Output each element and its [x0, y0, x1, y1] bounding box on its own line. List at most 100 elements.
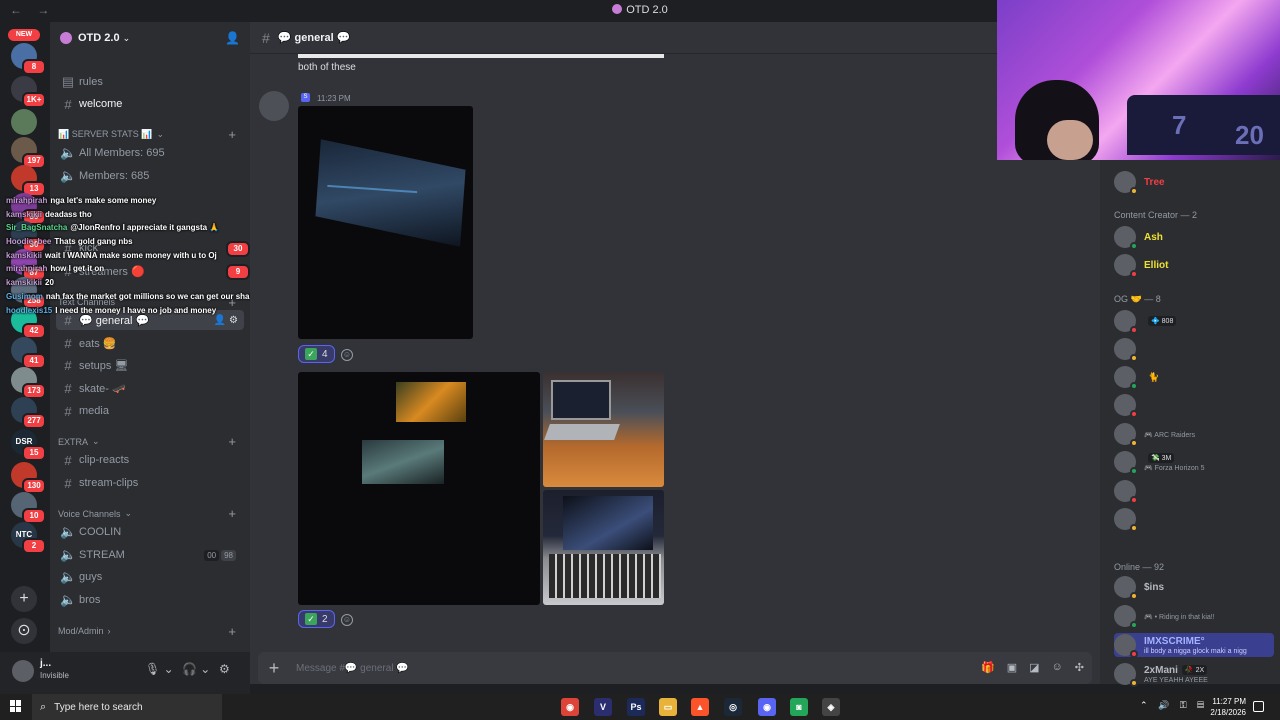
jersey-number: 7 [1172, 110, 1187, 140]
server-header[interactable]: OTD 2.0 ⌄ 👤 [50, 22, 250, 54]
microphone-icon[interactable]: 🎙 ⌄ [145, 662, 174, 676]
channel-media[interactable]: # media [56, 401, 244, 421]
attachment-image[interactable] [543, 490, 664, 605]
member-item[interactable] [1114, 507, 1276, 532]
chevron-down-icon: ⌄ [122, 32, 131, 43]
member-group-header: Content Creator — 2 [1114, 210, 1198, 220]
member-item[interactable]: 🎮 ARC Raiders [1114, 422, 1276, 447]
category-mod-admin[interactable]: Mod/Admin › + [58, 624, 244, 639]
steam-taskbar-icon[interactable]: ◎ [724, 698, 742, 716]
avatar [1114, 423, 1138, 447]
clock-time: 11:27 PM [1212, 697, 1246, 706]
voice-all-members[interactable]: 🔈 All Members: 695 [56, 143, 244, 163]
webcam-face [1047, 120, 1093, 160]
app-taskbar-icon[interactable]: ◈ [822, 698, 840, 716]
server-rail: NEW 8 1K+ 197 13 39 30 87 258 42 41 173 277 DSR 15 130… [0, 22, 50, 684]
add-channel-icon[interactable]: + [228, 127, 236, 142]
taskbar-search[interactable]: ⌕ Type here to search [32, 694, 222, 720]
discord-taskbar-icon[interactable]: ◙ [790, 698, 808, 716]
explorer-taskbar-icon[interactable]: ▭ [659, 698, 677, 716]
category-label: Voice Channels [58, 508, 121, 519]
reaction-check[interactable]: ✓ 4 [298, 345, 335, 363]
brave-taskbar-icon[interactable]: ▲ [691, 698, 709, 716]
photoshop-taskbar-icon[interactable]: Ps [627, 698, 645, 716]
sticker-icon[interactable]: ◪ [1029, 661, 1039, 674]
category-server-stats[interactable]: 📊 SERVER STATS 📊 ⌄ + [58, 127, 244, 142]
member-item[interactable]: Ash [1114, 225, 1276, 250]
member-item[interactable]: Tree [1114, 170, 1276, 195]
discover-button[interactable]: ⊙ [11, 618, 37, 644]
category-voice[interactable]: Voice Channels ⌄ + [58, 506, 244, 521]
member-item[interactable]: 2xMani 🥀 2X AYE YEAHH AYEEE [1114, 662, 1276, 687]
gift-icon[interactable]: 🎁 [981, 661, 995, 674]
member-activity: ill body a nigga glock maki a nigg [1144, 647, 1247, 655]
member-item[interactable] [1114, 479, 1276, 504]
discord-alt-taskbar-icon[interactable]: ◉ [758, 698, 776, 716]
channel-clip-reacts[interactable]: # clip-reacts [56, 450, 244, 470]
avatar [1114, 254, 1138, 278]
voice-stream[interactable]: 🔈 STREAM 00 98 [56, 545, 244, 565]
message-input[interactable]: Message #💬 general 💬 [296, 663, 409, 674]
windows-start-icon[interactable] [10, 700, 22, 712]
notification-icon[interactable] [1253, 701, 1264, 712]
member-item[interactable]: IMXSCRIME° ill body a nigga glock maki a … [1114, 633, 1274, 658]
reaction-check[interactable]: ✓ 2 [298, 610, 335, 628]
webcam-feed: 7 20 [997, 0, 1280, 160]
avatar [1114, 338, 1138, 362]
emoji-icon[interactable]: ☺ [1052, 661, 1063, 674]
overlay-chat-text: deadass tho [45, 209, 92, 219]
avatar[interactable] [259, 91, 289, 121]
overlay-chat-user: Sir_BagSnatcha [6, 223, 68, 233]
voice-members[interactable]: 🔈 Members: 685 [56, 166, 244, 186]
taskbar: ⌕ Type here to search ◉ V Ps ▭ ▲ ◎ ◉ ◙ ◈ ⌃ 🔊 ⚿ ▤ … [0, 694, 1280, 720]
voice-coolin[interactable]: 🔈 COOLIN [56, 522, 244, 542]
gif-icon[interactable]: ▣ [1007, 661, 1017, 674]
channel-rules[interactable]: ▤ rules [56, 72, 244, 92]
add-channel-icon[interactable]: + [228, 506, 236, 521]
member-item[interactable]: Elliot [1114, 253, 1276, 278]
add-channel-icon[interactable]: + [228, 434, 236, 449]
add-reaction-icon[interactable]: ☺ [341, 614, 353, 626]
server-icon[interactable] [11, 109, 37, 135]
composer-tools: 🎁 ▣ ◪ ☺ ✣ [981, 661, 1084, 674]
channel-welcome[interactable]: # welcome [56, 94, 244, 114]
avatar[interactable] [12, 660, 34, 682]
channel-stream-clips[interactable]: # stream-clips [56, 473, 244, 493]
avatar [1114, 480, 1138, 504]
member-item[interactable] [1114, 393, 1276, 418]
attachment-image[interactable] [298, 372, 540, 605]
chrome-taskbar-icon[interactable]: ◉ [561, 698, 579, 716]
channel-label: STREAM [79, 549, 125, 561]
invite-icon[interactable]: 👤 [225, 31, 240, 45]
member-item[interactable]: 🎮 • Riding in that kia!! [1114, 604, 1276, 629]
avatar [1114, 605, 1138, 629]
channel-eats[interactable]: # eats 🍔 [56, 333, 244, 353]
member-item[interactable]: 🐈 [1114, 365, 1276, 390]
gear-icon[interactable]: ⚙ [219, 662, 230, 676]
add-reaction-icon[interactable]: ☺ [341, 349, 353, 361]
member-item[interactable]: 💠 808 [1114, 309, 1276, 334]
attach-plus-icon[interactable]: + [258, 658, 290, 679]
member-item[interactable]: 💸 3M 🎮 Forza Horizon 5 [1114, 450, 1276, 475]
member-item[interactable]: $ins [1114, 575, 1276, 600]
channel-label: COOLIN [79, 526, 122, 538]
category-extra[interactable]: EXTRA ⌄ + [58, 434, 244, 449]
vscode-v-taskbar-icon[interactable]: V [594, 698, 612, 716]
voice-guys[interactable]: 🔈 guys [56, 567, 244, 587]
server-name: OTD 2.0 [78, 32, 120, 44]
headphones-icon[interactable]: 🎧 ⌄ [182, 662, 210, 676]
clock[interactable]: 11:27 PM 2/18/2026 [1196, 696, 1246, 718]
channel-setups[interactable]: # setups 🖥 [56, 355, 244, 375]
message-composer[interactable]: + Message #💬 general 💬 🎁 ▣ ◪ ☺ ✣ [258, 652, 1092, 684]
voice-bros[interactable]: 🔈 bros [56, 590, 244, 610]
member-item[interactable] [1114, 337, 1276, 362]
add-server-button[interactable]: + [11, 586, 37, 612]
add-channel-icon[interactable]: + [228, 624, 236, 639]
attachment-image[interactable] [543, 372, 664, 487]
channel-skate[interactable]: # skate- 🛹 [56, 378, 244, 398]
attachment-image[interactable] [298, 106, 473, 339]
channel-label: Members: 685 [79, 170, 150, 182]
speaker-icon: 🔈 [60, 524, 77, 539]
apps-icon[interactable]: ✣ [1075, 661, 1084, 674]
reaction-count: 2 [322, 613, 328, 625]
